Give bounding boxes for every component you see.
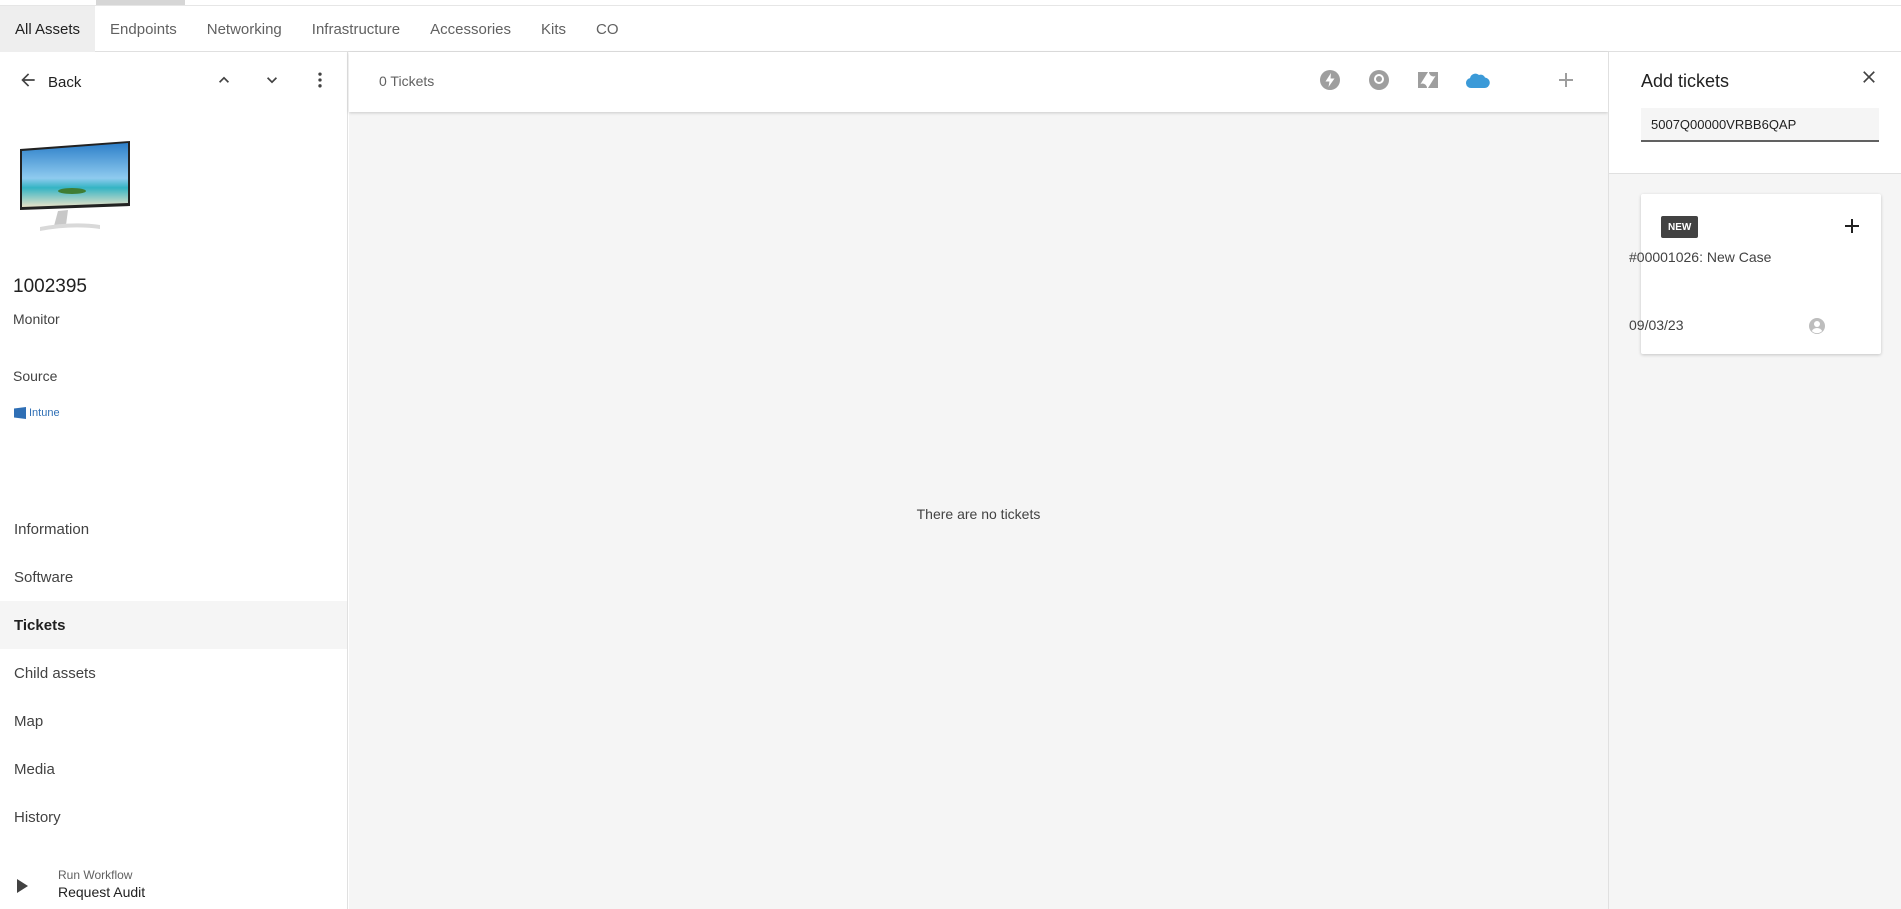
nav-map[interactable]: Map xyxy=(0,697,347,745)
workflow-caption: Run Workflow xyxy=(58,868,133,882)
chevron-down-icon xyxy=(262,70,282,95)
more-vertical-icon xyxy=(310,70,330,95)
arrow-left-icon xyxy=(18,70,38,95)
plus-icon xyxy=(1843,217,1861,240)
lightning-icon xyxy=(1319,69,1341,96)
close-drawer-button[interactable] xyxy=(1854,64,1884,94)
tab-co[interactable]: CO xyxy=(581,6,634,52)
tab-infrastructure[interactable]: Infrastructure xyxy=(297,6,415,52)
source-intune-link[interactable]: Intune xyxy=(14,407,60,419)
user-integration-button[interactable] xyxy=(1364,67,1394,97)
previous-asset-button[interactable] xyxy=(208,66,240,98)
empty-tickets-message: There are no tickets xyxy=(916,506,1041,522)
nav-tickets[interactable]: Tickets xyxy=(0,601,347,649)
asset-sidebar: Back 1002395 Monitor Source Intune Infor… xyxy=(0,52,348,909)
salesforce-cloud-icon xyxy=(1464,71,1490,94)
zendesk-icon xyxy=(1417,70,1439,95)
top-tab-bar: All Assets Endpoints Networking Infrastr… xyxy=(0,0,1901,52)
asset-image xyxy=(14,139,132,231)
tab-all-assets[interactable]: All Assets xyxy=(0,6,96,52)
tickets-header: 0 Tickets xyxy=(349,52,1608,112)
more-options-button[interactable] xyxy=(304,66,336,98)
ticket-search-input[interactable] xyxy=(1641,108,1879,140)
asset-type: Monitor xyxy=(13,311,60,327)
tab-networking[interactable]: Networking xyxy=(192,6,297,52)
nav-media[interactable]: Media xyxy=(0,745,347,793)
run-workflow-button[interactable]: Run Workflow Request Audit xyxy=(14,862,334,902)
workflow-name: Request Audit xyxy=(58,884,146,900)
ticket-result-title: #00001026: New Case xyxy=(1629,249,1772,265)
ticket-count: 0 Tickets xyxy=(379,73,435,89)
nav-software[interactable]: Software xyxy=(0,553,347,601)
chevron-up-icon xyxy=(214,70,234,95)
nav-child-assets[interactable]: Child assets xyxy=(0,649,347,697)
horizontal-scroll-indicator[interactable] xyxy=(96,0,185,5)
nav-information[interactable]: Information xyxy=(0,505,347,553)
back-label: Back xyxy=(48,73,82,91)
user-circle-icon xyxy=(1368,69,1390,96)
tab-kits[interactable]: Kits xyxy=(526,6,581,52)
play-icon xyxy=(17,879,28,893)
add-ticket-button[interactable] xyxy=(1551,67,1581,97)
ticket-search-field xyxy=(1641,108,1879,142)
source-label: Source xyxy=(13,368,58,384)
asset-id: 1002395 xyxy=(13,276,87,297)
plus-icon xyxy=(1557,71,1575,94)
nav-history[interactable]: History xyxy=(0,793,347,841)
tab-accessories[interactable]: Accessories xyxy=(415,6,526,52)
salesforce-integration-button[interactable] xyxy=(1462,67,1492,97)
next-asset-button[interactable] xyxy=(256,66,288,98)
windows-logo-icon xyxy=(14,407,26,419)
tab-endpoints[interactable]: Endpoints xyxy=(95,6,192,52)
zendesk-integration-button[interactable] xyxy=(1413,67,1443,97)
close-icon xyxy=(1859,67,1879,92)
tickets-panel: 0 Tickets There are no tickets xyxy=(349,52,1608,909)
add-tickets-drawer: Add tickets NEW #00001026: New Case 09/0… xyxy=(1608,52,1901,909)
ticket-result-date: 09/03/23 xyxy=(1629,317,1684,333)
asset-section-nav: Information Software Tickets Child asset… xyxy=(0,505,347,841)
lightning-integration-button[interactable] xyxy=(1315,67,1345,97)
status-badge: NEW xyxy=(1661,216,1699,238)
add-result-button[interactable] xyxy=(1838,214,1866,242)
drawer-header: Add tickets xyxy=(1609,52,1901,174)
source-value: Intune xyxy=(29,407,60,419)
asset-category-tabs: All Assets Endpoints Networking Infrastr… xyxy=(0,6,634,52)
assignee-avatar-icon xyxy=(1808,317,1826,335)
back-button[interactable]: Back xyxy=(18,67,81,97)
drawer-title: Add tickets xyxy=(1641,71,1730,91)
